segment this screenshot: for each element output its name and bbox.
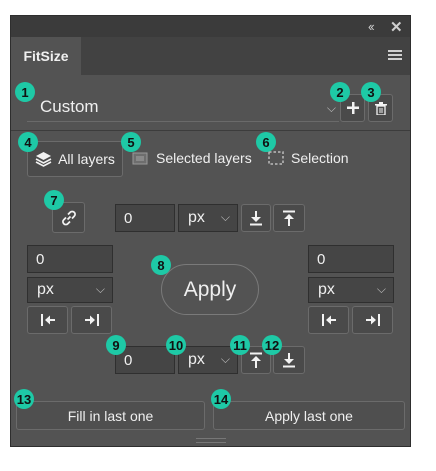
divider: [11, 130, 410, 131]
mode-selection[interactable]: Selection: [267, 150, 349, 166]
plus-icon: [346, 102, 359, 114]
callout-badge: 10: [166, 335, 186, 355]
arrow-down-to-line-icon: [250, 211, 262, 226]
hamburger-icon[interactable]: [388, 50, 402, 62]
arrow-up-from-line-icon: [283, 210, 295, 226]
callout-badge: 13: [14, 389, 34, 409]
arrow-down-to-line-icon: [283, 353, 295, 368]
right-margin-input[interactable]: 0: [308, 245, 394, 273]
top-align-up-button[interactable]: [273, 204, 305, 232]
callout-badge: 7: [44, 190, 64, 210]
right-align-left-button[interactable]: [308, 306, 349, 334]
chevron-down-icon: ⌵: [220, 351, 230, 366]
selected-layer-icon: [132, 152, 148, 165]
left-align-right-button[interactable]: [71, 306, 112, 334]
callout-badge: 5: [121, 132, 141, 152]
callout-badge: 2: [330, 82, 350, 102]
mode-selected-layers[interactable]: Selected layers: [131, 150, 252, 166]
mode-label: All layers: [58, 151, 115, 167]
trash-icon: [374, 101, 387, 115]
close-icon[interactable]: ✕: [390, 18, 403, 36]
tab-fitsize[interactable]: FitSize: [11, 37, 81, 75]
callout-badge: 11: [230, 335, 250, 355]
chevron-down-icon: ⌵: [326, 101, 336, 115]
chevron-down-icon: ⌵: [95, 281, 105, 296]
unit-value: px: [188, 209, 205, 226]
left-align-left-button[interactable]: [27, 306, 68, 334]
resize-grip[interactable]: [196, 438, 226, 443]
callout-badge: 12: [262, 335, 282, 355]
fill-in-last-button[interactable]: Fill in last one: [16, 401, 205, 430]
mode-all-layers[interactable]: All layers: [27, 141, 123, 177]
arrow-up-from-line-icon: [250, 352, 262, 368]
chevron-down-icon: ⌵: [220, 209, 230, 224]
bottom-unit-select[interactable]: px ⌵: [178, 346, 238, 374]
callout-badge: 14: [211, 389, 231, 409]
top-margin-input[interactable]: 0: [115, 204, 175, 232]
layers-icon: [35, 152, 52, 167]
callout-badge: 6: [256, 132, 276, 152]
top-unit-select[interactable]: px ⌵: [178, 204, 238, 232]
arrow-left-to-line-icon: [40, 314, 55, 326]
left-margin-input[interactable]: 0: [27, 245, 113, 273]
unit-value: px: [188, 351, 205, 368]
chain-link-icon: [61, 210, 76, 225]
right-align-right-button[interactable]: [352, 306, 393, 334]
callout-badge: 8: [151, 255, 171, 275]
chevron-down-icon: ⌵: [376, 281, 386, 296]
arrow-right-to-line-icon: [365, 314, 380, 326]
apply-button[interactable]: Apply: [161, 264, 259, 315]
callout-badge: 4: [18, 132, 38, 152]
preset-value: Custom: [40, 97, 99, 116]
callout-badge: 1: [15, 82, 35, 102]
left-unit-select[interactable]: px ⌵: [27, 277, 113, 303]
apply-last-button[interactable]: Apply last one: [213, 401, 405, 430]
unit-value: px: [37, 281, 54, 298]
mode-label: Selection: [291, 150, 349, 166]
collapse-icon[interactable]: ‹‹: [368, 19, 375, 34]
preset-dropdown[interactable]: Custom ⌵: [27, 93, 339, 122]
marquee-icon: [268, 151, 284, 165]
arrow-right-to-line-icon: [84, 314, 99, 326]
panel-titlebar: [11, 16, 410, 37]
top-align-down-button[interactable]: [241, 204, 271, 232]
mode-label: Selected layers: [156, 150, 252, 166]
right-unit-select[interactable]: px ⌵: [308, 277, 394, 303]
callout-badge: 9: [106, 335, 126, 355]
unit-value: px: [318, 281, 335, 298]
arrow-left-to-line-icon: [321, 314, 336, 326]
callout-badge: 3: [361, 82, 381, 102]
